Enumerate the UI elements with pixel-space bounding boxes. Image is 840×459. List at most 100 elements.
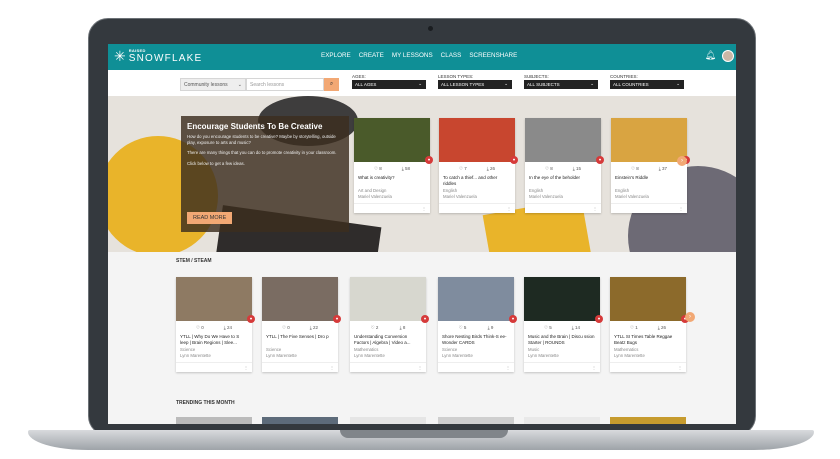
menu-class[interactable]: CLASS bbox=[441, 52, 462, 59]
heart-icon[interactable]: ♥ bbox=[421, 315, 429, 323]
card-menu-icon[interactable]: ⋮ bbox=[350, 362, 426, 372]
filter-subjects-value: ALL SUBJECTS bbox=[527, 82, 560, 87]
card-menu-icon[interactable]: ⋮ bbox=[525, 203, 601, 213]
promo-text-3: Click below to get a few ideas. bbox=[187, 160, 245, 166]
lesson-author[interactable]: Mariel Valenzuela bbox=[525, 193, 601, 200]
lesson-thumbnail[interactable] bbox=[176, 277, 252, 321]
lesson-thumbnail[interactable] bbox=[611, 118, 687, 162]
lesson-author[interactable]: Lynn Marentette bbox=[524, 352, 600, 359]
menu-create[interactable]: CREATE bbox=[359, 52, 384, 59]
bell-icon[interactable]: 🔔︎ bbox=[705, 50, 716, 61]
lesson-card[interactable]: ♥ ♡ 8 ⤓ 15 In the eye of the beholder Englis… bbox=[525, 118, 604, 213]
heart-icon[interactable]: ♥ bbox=[247, 315, 255, 323]
chevron-down-icon: ⌄ bbox=[237, 82, 242, 88]
lesson-author[interactable]: Lynn Marentette bbox=[176, 352, 252, 359]
likes-count: ♡ 7 bbox=[458, 166, 467, 171]
lesson-title[interactable]: What is creativity? bbox=[354, 175, 430, 187]
heart-icon[interactable]: ♥ bbox=[425, 156, 433, 164]
lesson-card[interactable]: ♥ ♡ 0 ⤓ 22 YTLL | The Five Senses | Dro p Sc… bbox=[262, 277, 341, 372]
likes-count: ♡ 0 bbox=[195, 325, 204, 330]
card-menu-icon[interactable]: ⋮ bbox=[354, 203, 430, 213]
promo-text-2: There are many things that you can do to… bbox=[187, 150, 337, 155]
lesson-card[interactable]: ♥ ♡ 0 ⤓ 24 YTLL | Why Do We Have to S leep … bbox=[176, 277, 255, 372]
read-more-button[interactable]: READ MORE bbox=[187, 212, 233, 224]
lesson-thumbnail[interactable] bbox=[350, 277, 426, 321]
lesson-title[interactable]: In the eye of the beholder bbox=[525, 175, 601, 187]
filter-countries-dropdown[interactable]: ALL COUNTRIES ⌄ bbox=[610, 80, 684, 89]
webcam bbox=[428, 26, 433, 31]
downloads-count: ⤓ 14 bbox=[571, 325, 580, 330]
lesson-card[interactable]: ♥ ♡ 8 ⤓ 58 What is creativity? Art and Desig… bbox=[354, 118, 433, 213]
filter-countries-value: ALL COUNTRIES bbox=[613, 82, 649, 87]
lesson-thumbnail[interactable] bbox=[525, 118, 601, 162]
card-menu-icon[interactable]: ⋮ bbox=[262, 362, 338, 372]
lesson-card[interactable]: ♥ ♡ 5 ⤓ 9 Shore Nesting Birds Think-S ee-Wo… bbox=[438, 277, 517, 372]
lesson-title[interactable]: To catch a thief... and other riddles bbox=[439, 175, 515, 187]
card-menu-icon[interactable]: ⋮ bbox=[438, 362, 514, 372]
card-menu-icon[interactable]: ⋮ bbox=[439, 203, 515, 213]
lesson-author[interactable]: Mariel Valenzuela bbox=[439, 193, 515, 200]
filter-ages-dropdown[interactable]: ALL AGES ⌄ bbox=[352, 80, 426, 89]
lesson-thumbnail[interactable] bbox=[439, 118, 515, 162]
search-input[interactable]: Search lessons bbox=[246, 78, 324, 91]
filter-lesson-types-dropdown[interactable]: ALL LESSON TYPES ⌄ bbox=[438, 80, 512, 89]
lesson-thumbnail[interactable] bbox=[610, 277, 686, 321]
likes-count: ♡ 8 bbox=[544, 166, 553, 171]
lesson-thumbnail[interactable] bbox=[524, 277, 600, 321]
lesson-card[interactable]: ♥ ♡ 2 ⤓ 8 Understanding Conversion Factors … bbox=[350, 277, 429, 372]
lesson-title[interactable]: YTLL | Why Do We Have to S leep | Brain … bbox=[176, 334, 252, 346]
lesson-title[interactable]: Shore Nesting Birds Think-S ee-Wonder CA… bbox=[438, 334, 514, 346]
likes-count: ♡ 5 bbox=[543, 325, 552, 330]
chevron-right-icon[interactable]: › bbox=[677, 156, 687, 166]
lesson-card[interactable]: ♥ ♡ 5 ⤓ 14 Music and the Brain | Discu ssio… bbox=[524, 277, 603, 372]
heart-icon[interactable]: ♥ bbox=[333, 315, 341, 323]
lesson-thumbnail[interactable] bbox=[354, 118, 430, 162]
lesson-author[interactable]: Lynn Marentette bbox=[350, 352, 426, 359]
likes-count: ♡ 2 bbox=[370, 325, 379, 330]
heart-icon[interactable]: ♥ bbox=[510, 156, 518, 164]
avatar[interactable] bbox=[722, 50, 734, 62]
trending-card[interactable] bbox=[176, 417, 252, 424]
heart-icon[interactable]: ♥ bbox=[595, 315, 603, 323]
lesson-card[interactable]: ♥♡ 8⤓ 37Einstein's RiddleEnglishMariel V… bbox=[611, 118, 690, 213]
heart-icon[interactable]: ♥ bbox=[509, 315, 517, 323]
heart-icon[interactable]: ♥ bbox=[596, 156, 604, 164]
card-menu-icon[interactable]: ⋮ bbox=[610, 362, 686, 372]
menu-my-lessons[interactable]: MY LESSONS bbox=[392, 52, 433, 59]
filter-subjects-dropdown[interactable]: ALL SUBJECTS ⌄ bbox=[524, 80, 598, 89]
trending-card[interactable] bbox=[524, 417, 600, 424]
lesson-thumbnail[interactable] bbox=[438, 277, 514, 321]
lesson-author[interactable]: Lynn Marentette bbox=[262, 352, 338, 359]
trending-card[interactable] bbox=[610, 417, 686, 424]
lesson-stats: ♡ 7 ⤓ 26 bbox=[439, 162, 515, 175]
downloads-count: ⤓ 24 bbox=[223, 325, 232, 330]
menu-explore[interactable]: EXPLORE bbox=[321, 52, 351, 59]
card-menu-icon[interactable]: ⋮ bbox=[524, 362, 600, 372]
card-menu-icon[interactable]: ⋮ bbox=[611, 203, 687, 213]
lesson-card[interactable]: ♥ ♡ 7 ⤓ 26 To catch a thief... and other ri… bbox=[439, 118, 518, 213]
chevron-down-icon: ⌄ bbox=[590, 81, 594, 86]
menu-screenshare[interactable]: SCREENSHARE bbox=[469, 52, 517, 59]
logo-big-text: SNOWFLAKE bbox=[128, 53, 203, 64]
lesson-title[interactable]: YTLL | The Five Senses | Dro p bbox=[262, 334, 338, 346]
lesson-author[interactable]: Mariel Valenzuela bbox=[354, 193, 430, 200]
lesson-thumbnail[interactable] bbox=[262, 277, 338, 321]
trending-card[interactable] bbox=[262, 417, 338, 424]
lesson-author[interactable]: Mariel Valenzuela bbox=[611, 193, 687, 200]
likes-count: ♡ 8 bbox=[373, 166, 382, 171]
chevron-down-icon: ⌄ bbox=[676, 81, 680, 86]
lesson-source-select[interactable]: ⌄ Community lessons bbox=[180, 78, 246, 91]
card-menu-icon[interactable]: ⋮ bbox=[176, 362, 252, 372]
lesson-author[interactable]: Lynn Marentette bbox=[610, 352, 686, 359]
trending-card[interactable] bbox=[438, 417, 514, 424]
chevron-right-icon[interactable]: › bbox=[685, 312, 695, 322]
trending-card[interactable] bbox=[350, 417, 426, 424]
lesson-title[interactable]: Understanding Conversion Factors | Algeb… bbox=[350, 334, 426, 346]
logo[interactable]: ✳ RAISED SNOWFLAKE bbox=[114, 48, 202, 64]
lesson-author[interactable]: Lynn Marentette bbox=[438, 352, 514, 359]
lesson-title[interactable]: Einstein's Riddle bbox=[611, 175, 687, 187]
lesson-title[interactable]: Music and the Brain | Discu ssion Starte… bbox=[524, 334, 600, 346]
lesson-title[interactable]: YTLL SI Times Table Reggae Beatz Bugs bbox=[610, 334, 686, 346]
search-button[interactable]: ⌕ bbox=[324, 78, 339, 91]
lesson-card[interactable]: ♥♡ 1⤓ 26YTLL SI Times Table Reggae Beatz… bbox=[610, 277, 689, 372]
